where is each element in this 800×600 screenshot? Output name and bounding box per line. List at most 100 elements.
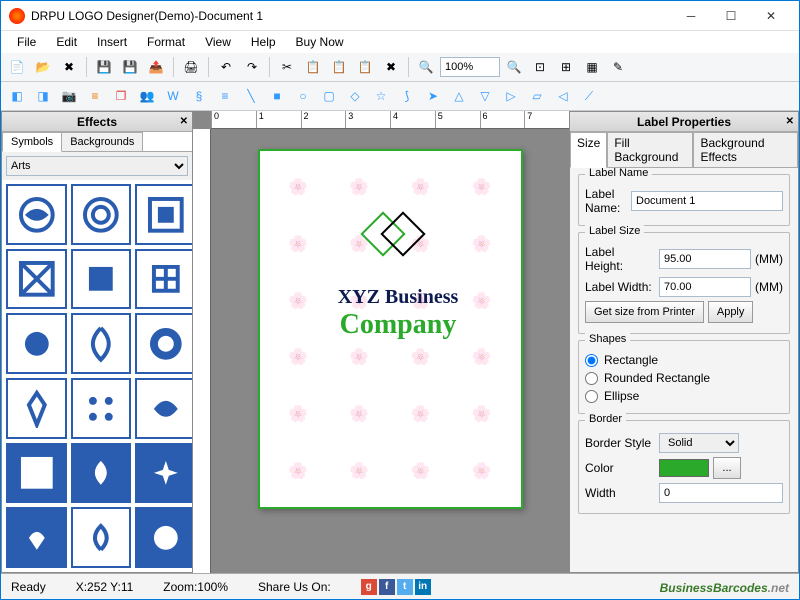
color-picker-button[interactable]: ... [713,457,741,479]
symbol-category-select[interactable]: Arts [6,156,188,176]
grid-icon[interactable]: ▦ [580,55,604,79]
close-button[interactable]: ✕ [751,1,791,31]
align-icon[interactable]: ≡ [213,84,237,108]
minimize-button[interactable]: ─ [671,1,711,31]
tab-size[interactable]: Size [570,132,607,168]
fit1-icon[interactable]: ⊡ [528,55,552,79]
delete-icon[interactable]: ✖ [379,55,403,79]
symbol-item[interactable] [135,184,192,245]
menu-file[interactable]: File [7,33,46,51]
print-icon[interactable]: 🖨 [179,55,203,79]
tab-symbols[interactable]: Symbols [2,132,62,152]
height-input[interactable] [659,249,751,269]
copy-icon[interactable]: 📋 [301,55,325,79]
star-icon[interactable]: ☆ [369,84,393,108]
effects-close-icon[interactable]: ✕ [180,116,188,127]
label-card[interactable]: 🌸🌸🌸🌸 🌸🌸🌸🌸 🌸🌸🌸🌸 🌸🌸🌸🌸 🌸🌸🌸🌸 🌸🌸🌸🌸 XYZ Busine… [258,149,523,509]
get-size-button[interactable]: Get size from Printer [585,301,704,323]
triangle-up-icon[interactable]: △ [447,84,471,108]
tool-2-icon[interactable]: ◨ [31,84,55,108]
menu-help[interactable]: Help [241,33,286,51]
logo-text-1[interactable]: XYZ Business [268,286,529,309]
tab-background-effects[interactable]: Background Effects [693,132,798,167]
tab-fill-background[interactable]: Fill Background [607,132,693,167]
gplus-icon[interactable]: g [361,579,377,595]
symbol-item[interactable] [6,507,67,568]
symbol-item[interactable] [6,249,67,310]
edit-icon[interactable]: ✎ [606,55,630,79]
tool-1-icon[interactable]: ◧ [5,84,29,108]
symbol-item[interactable] [71,507,132,568]
border-style-select[interactable]: Solid [659,433,739,453]
menu-edit[interactable]: Edit [46,33,87,51]
triangle-left-icon[interactable]: ◁ [551,84,575,108]
linkedin-icon[interactable]: in [415,579,431,595]
cut-icon[interactable]: ✂ [275,55,299,79]
diamond-icon[interactable]: ◇ [343,84,367,108]
menu-insert[interactable]: Insert [87,33,137,51]
canvas-inner[interactable]: 🌸🌸🌸🌸 🌸🌸🌸🌸 🌸🌸🌸🌸 🌸🌸🌸🌸 🌸🌸🌸🌸 🌸🌸🌸🌸 XYZ Busine… [193,129,569,573]
symbol-item[interactable] [135,378,192,439]
save-as-icon[interactable]: 💾 [118,55,142,79]
symbol-item[interactable] [71,184,132,245]
shape-rectangle-radio[interactable] [585,354,598,367]
label-name-input[interactable] [631,191,783,211]
spiral-icon[interactable]: § [187,84,211,108]
symbol-item[interactable] [71,443,132,504]
logo-mark[interactable] [350,211,430,264]
fit2-icon[interactable]: ⊞ [554,55,578,79]
symbol-item[interactable] [71,249,132,310]
zoom-in-icon[interactable]: 🔍 [414,55,438,79]
menu-buynow[interactable]: Buy Now [286,33,354,51]
menu-view[interactable]: View [195,33,241,51]
zoom-input[interactable] [440,57,500,77]
symbol-item[interactable] [6,184,67,245]
symbol-item[interactable] [135,507,192,568]
new-icon[interactable]: 📄 [5,55,29,79]
undo-icon[interactable]: ↶ [214,55,238,79]
layers-icon[interactable]: ≡ [83,84,107,108]
logo-text-2[interactable]: Company [268,309,529,341]
border-color-swatch[interactable] [659,459,709,477]
symbol-item[interactable] [71,313,132,374]
symbol-item[interactable] [6,378,67,439]
facebook-icon[interactable]: f [379,579,395,595]
close-doc-icon[interactable]: ✖ [57,55,81,79]
curve-icon[interactable]: ⟋ [577,84,601,108]
parallelogram-icon[interactable]: ▱ [525,84,549,108]
triangle-right-icon[interactable]: ▷ [499,84,523,108]
zoom-out-icon[interactable]: 🔍 [502,55,526,79]
redo-icon[interactable]: ↷ [240,55,264,79]
users-icon[interactable]: 👥 [135,84,159,108]
symbol-item[interactable] [6,313,67,374]
symbol-item[interactable] [135,249,192,310]
symbol-item[interactable] [135,313,192,374]
rounded-rect-icon[interactable]: ▢ [317,84,341,108]
circle-icon[interactable]: ○ [291,84,315,108]
save-icon[interactable]: 💾 [92,55,116,79]
twitter-icon[interactable]: t [397,579,413,595]
copy2-icon[interactable]: ❐ [109,84,133,108]
tab-backgrounds[interactable]: Backgrounds [61,132,143,151]
triangle-down-icon[interactable]: ▽ [473,84,497,108]
rect-fill-icon[interactable]: ■ [265,84,289,108]
shape-ellipse-radio[interactable] [585,390,598,403]
width-input[interactable] [659,277,751,297]
apply-button[interactable]: Apply [708,301,754,323]
open-icon[interactable]: 📂 [31,55,55,79]
line-icon[interactable]: ╲ [239,84,263,108]
maximize-button[interactable]: ☐ [711,1,751,31]
word-icon[interactable]: W [161,84,185,108]
arc-icon[interactable]: ⟆ [395,84,419,108]
symbol-item[interactable] [6,443,67,504]
properties-close-icon[interactable]: ✕ [786,116,794,127]
paste-special-icon[interactable]: 📋 [353,55,377,79]
export-icon[interactable]: 📤 [144,55,168,79]
paste-icon[interactable]: 📋 [327,55,351,79]
camera-icon[interactable]: 📷 [57,84,81,108]
shape-rounded-radio[interactable] [585,372,598,385]
symbol-item[interactable] [135,443,192,504]
symbol-item[interactable] [71,378,132,439]
border-width-input[interactable] [659,483,783,503]
menu-format[interactable]: Format [137,33,195,51]
